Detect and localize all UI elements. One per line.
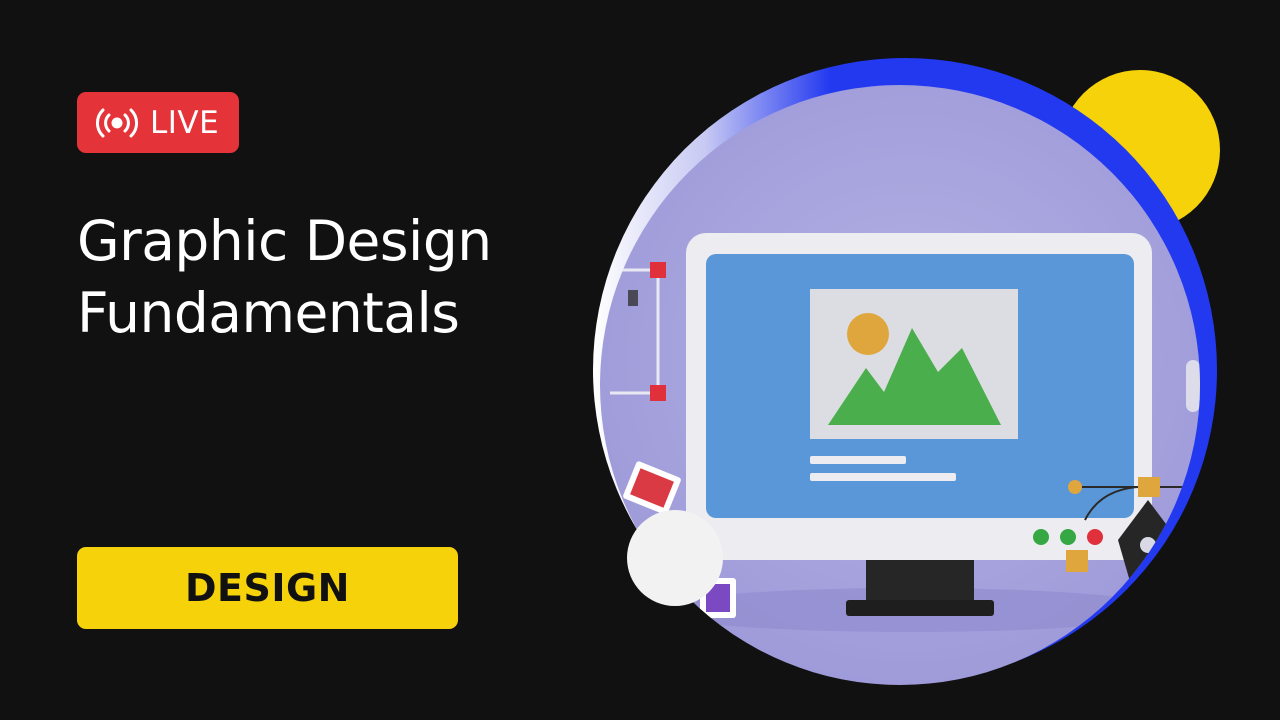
design-illustration [593,58,1220,685]
monitor-stand [866,556,974,602]
white-accent-circle [627,510,723,606]
monitor-base [846,600,994,616]
computer-monitor-icon [686,233,1152,560]
